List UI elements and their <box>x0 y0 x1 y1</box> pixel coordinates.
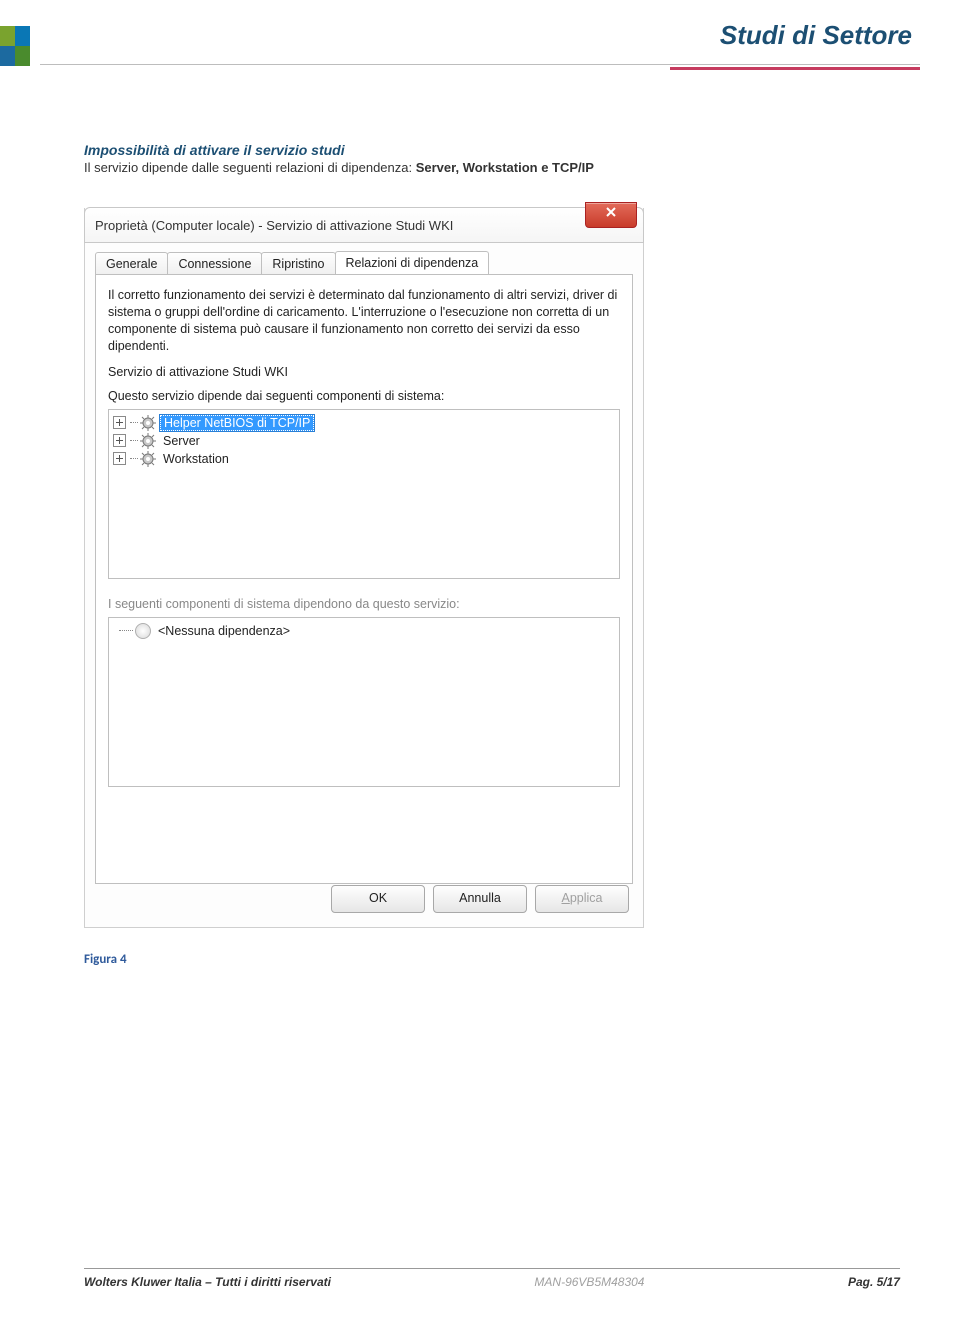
depends-on-label: Questo servizio dipende dai seguenti com… <box>108 389 620 403</box>
brand-logo <box>0 26 30 68</box>
gear-icon <box>140 451 156 467</box>
gear-icon <box>140 433 156 449</box>
node-icon <box>135 623 151 639</box>
footer-doc-id: MAN-96VB5M48304 <box>534 1275 644 1289</box>
dependency-description: Il corretto funzionamento dei servizi è … <box>108 287 620 355</box>
expand-icon[interactable] <box>113 434 126 447</box>
section-heading: Impossibilità di attivare il servizio st… <box>84 142 900 158</box>
cancel-button[interactable]: Annulla <box>433 885 527 913</box>
expand-icon[interactable] <box>113 452 126 465</box>
tree-item-label: <Nessuna dipendenza> <box>155 624 293 638</box>
dialog-title: Proprietà (Computer locale) - Servizio d… <box>95 218 453 233</box>
tab-connessione[interactable]: Connessione <box>167 252 262 274</box>
dialog-titlebar[interactable]: Proprietà (Computer locale) - Servizio d… <box>84 207 644 243</box>
tree-item-label: Server <box>160 434 203 448</box>
tree-item-label: Workstation <box>160 452 232 466</box>
page-header: Studi di Settore <box>0 20 920 68</box>
footer-copyright: Wolters Kluwer Italia – Tutti i diritti … <box>84 1275 331 1289</box>
section-line: Il servizio dipende dalle seguenti relaz… <box>84 160 900 175</box>
section-line-prefix: Il servizio dipende dalle seguenti relaz… <box>84 160 416 175</box>
properties-dialog: Proprietà (Computer locale) - Servizio d… <box>84 208 644 928</box>
page-footer: Wolters Kluwer Italia – Tutti i diritti … <box>84 1268 900 1289</box>
section-line-bold: Server, Workstation e TCP/IP <box>416 160 594 175</box>
dependents-label: I seguenti componenti di sistema dipendo… <box>108 597 620 611</box>
tree-item[interactable]: <Nessuna dipendenza> <box>113 622 615 640</box>
depends-on-tree[interactable]: Helper NetBIOS di TCP/IP Server Workstat… <box>108 409 620 579</box>
apply-button-rest: pplica <box>570 891 603 905</box>
tab-row: Generale Connessione Ripristino Relazion… <box>95 251 633 274</box>
tree-item-label: Helper NetBIOS di TCP/IP <box>160 415 314 431</box>
tree-connector <box>130 440 138 441</box>
footer-page-number: Pag. 5/17 <box>848 1275 900 1289</box>
figure-caption: Figura 4 <box>84 952 127 967</box>
service-name: Servizio di attivazione Studi WKI <box>108 365 620 379</box>
close-icon <box>604 206 618 218</box>
page-title: Studi di Settore <box>0 20 920 51</box>
ok-button[interactable]: OK <box>331 885 425 913</box>
header-rule <box>40 64 920 69</box>
tab-generale[interactable]: Generale <box>95 252 168 274</box>
body-text: Impossibilità di attivare il servizio st… <box>84 142 900 175</box>
gear-icon <box>140 415 156 431</box>
tree-connector <box>130 422 138 423</box>
tab-relazioni[interactable]: Relazioni di dipendenza <box>335 251 490 274</box>
expand-icon[interactable] <box>113 416 126 429</box>
tree-connector <box>130 458 138 459</box>
tree-item[interactable]: Workstation <box>113 450 615 468</box>
dependents-tree[interactable]: <Nessuna dipendenza> <box>108 617 620 787</box>
tree-item[interactable]: Helper NetBIOS di TCP/IP <box>113 414 615 432</box>
tree-connector <box>119 630 133 631</box>
tab-ripristino[interactable]: Ripristino <box>261 252 335 274</box>
apply-button[interactable]: Applica <box>535 885 629 913</box>
tree-item[interactable]: Server <box>113 432 615 450</box>
close-button[interactable] <box>585 202 637 228</box>
dialog-button-row: OK Annulla Applica <box>331 885 629 913</box>
tab-panel-dependencies: Il corretto funzionamento dei servizi è … <box>95 274 633 884</box>
